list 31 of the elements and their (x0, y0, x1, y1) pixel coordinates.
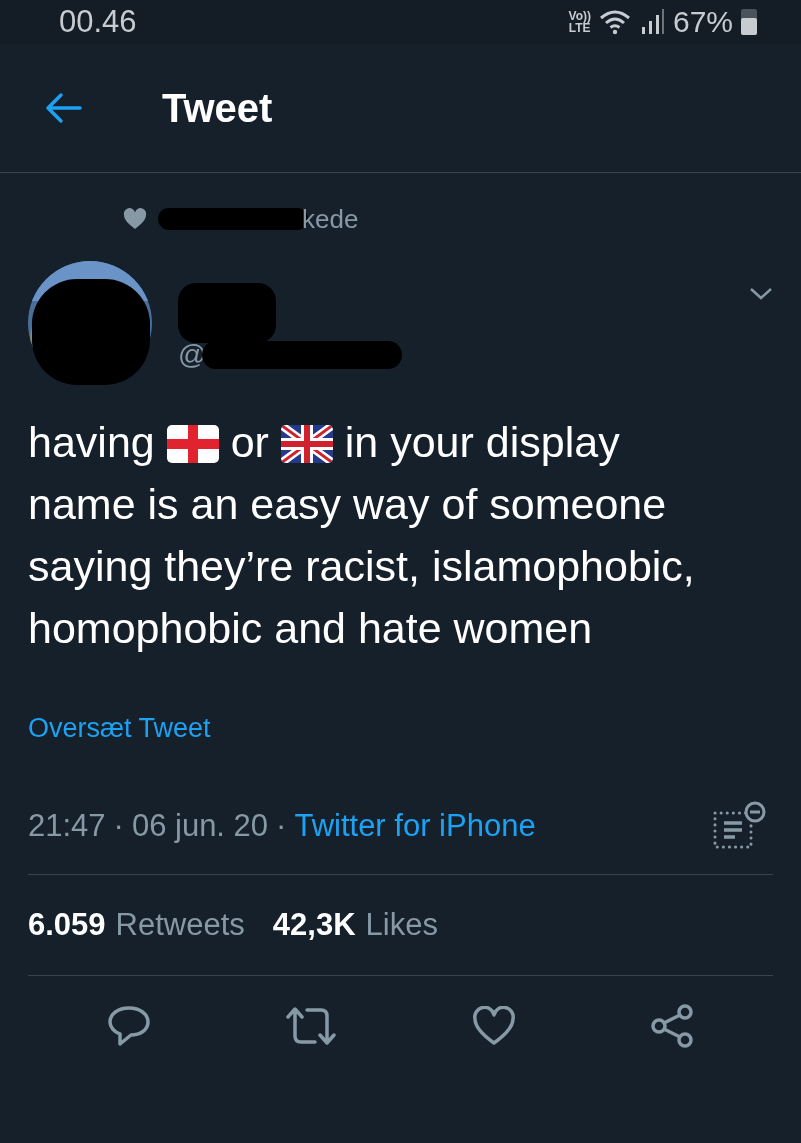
liked-by-text: kede (302, 203, 359, 235)
tweet-text: having (28, 418, 155, 466)
tweet-date: 06 jun. 20 (131, 808, 269, 844)
heart-icon (122, 208, 148, 230)
tweet-text: in your display (344, 418, 620, 466)
reply-icon[interactable] (107, 1005, 152, 1047)
page-title: Tweet (162, 85, 273, 131)
stat-label[interactable]: Likes (365, 907, 438, 943)
network-label: Vo)) LTE (568, 10, 591, 34)
retweet-icon[interactable] (285, 1006, 338, 1046)
stat-count: 42,3K (272, 907, 356, 943)
separator-dot: · (113, 808, 124, 844)
chevron-down-icon[interactable] (749, 287, 773, 301)
tweet-text: or (230, 418, 269, 466)
like-icon[interactable] (471, 1006, 516, 1046)
battery-percent: 67% (672, 5, 733, 39)
translate-link[interactable]: Oversæt Tweet (28, 713, 773, 744)
flag-icon (166, 425, 219, 463)
stat-label[interactable]: Retweets (115, 907, 245, 943)
signal-icon (640, 9, 665, 35)
tweet-text: name is an easy way of someone saying they’re racist, islamophobic, homophobic and hate women (28, 479, 696, 654)
clock-time: 00.46 (59, 4, 137, 40)
author-handle: @ (178, 339, 207, 371)
battery-icon (741, 9, 757, 35)
tweet-time: 21:47 (28, 808, 106, 844)
separator-dot: · (276, 808, 287, 844)
back-arrow-icon[interactable] (44, 92, 82, 124)
flag-icon (280, 425, 333, 463)
source-link[interactable]: Twitter for iPhone (294, 808, 536, 844)
share-icon[interactable] (649, 1003, 694, 1049)
stat-count: 6.059 (28, 907, 106, 943)
